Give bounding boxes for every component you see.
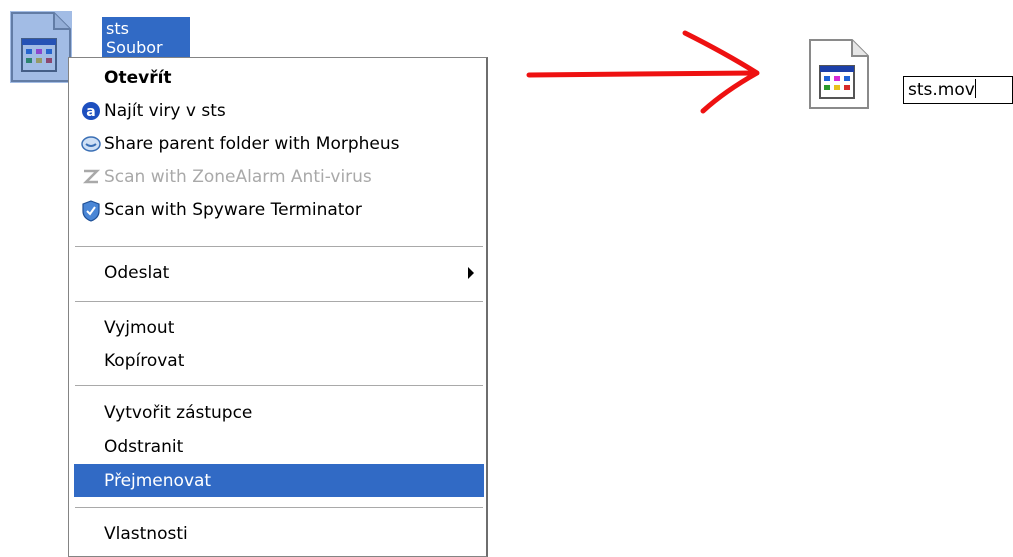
menu-item-share-morpheus[interactable]: Share parent folder with Morpheus xyxy=(74,127,484,160)
spyware-terminator-shield-icon xyxy=(81,200,101,222)
menu-item-label: Vyjmout xyxy=(104,317,175,338)
file-type: Soubor xyxy=(106,38,163,57)
renamed-file-icon[interactable] xyxy=(808,38,870,110)
menu-item-label: Vlastnosti xyxy=(104,523,188,544)
morpheus-icon xyxy=(81,134,101,154)
menu-separator xyxy=(75,301,483,302)
selected-file-icon[interactable] xyxy=(10,11,72,83)
menu-item-find-viruses[interactable]: a Najít viry v sts xyxy=(74,94,484,127)
menu-item-scan-spyware-terminator[interactable]: Scan with Spyware Terminator xyxy=(74,193,484,226)
menu-item-label: Scan with Spyware Terminator xyxy=(104,199,362,220)
zonealarm-icon xyxy=(81,167,101,187)
selected-file-label[interactable]: sts Soubor xyxy=(102,17,190,59)
menu-item-send-to[interactable]: Odeslat xyxy=(74,256,484,289)
menu-item-rename[interactable]: Přejmenovat xyxy=(74,464,484,497)
menu-item-label: Scan with ZoneAlarm Anti-virus xyxy=(104,166,372,187)
menu-item-create-shortcut[interactable]: Vytvořit zástupce xyxy=(74,396,484,429)
red-arrow-icon xyxy=(526,30,760,114)
rename-input[interactable]: sts.mov xyxy=(903,76,1013,104)
menu-item-cut[interactable]: Vyjmout xyxy=(74,311,484,344)
menu-item-label: Kopírovat xyxy=(104,350,185,371)
rename-value: sts.mov xyxy=(908,80,975,100)
menu-item-label: Najít viry v sts xyxy=(104,100,226,121)
selection-overlay xyxy=(10,11,72,83)
menu-separator xyxy=(75,246,483,247)
menu-item-label: Vytvořit zástupce xyxy=(104,402,253,423)
menu-separator xyxy=(75,507,483,508)
menu-item-properties[interactable]: Vlastnosti xyxy=(74,517,484,550)
antivirus-a-icon: a xyxy=(81,101,101,121)
menu-item-label: Přejmenovat xyxy=(104,470,212,491)
svg-text:a: a xyxy=(86,104,95,120)
file-name: sts xyxy=(106,19,129,38)
menu-item-label: Otevřít xyxy=(104,67,172,88)
context-menu: Otevřít a Najít viry v sts Share parent … xyxy=(68,57,488,557)
menu-item-delete[interactable]: Odstranit xyxy=(74,430,484,463)
menu-item-label: Odeslat xyxy=(104,262,170,283)
text-caret xyxy=(974,79,976,98)
menu-item-label: Odstranit xyxy=(104,436,184,457)
menu-item-open[interactable]: Otevřít xyxy=(74,61,484,94)
menu-separator xyxy=(75,385,483,386)
submenu-arrow-icon xyxy=(468,267,474,279)
menu-item-scan-zonealarm[interactable]: Scan with ZoneAlarm Anti-virus xyxy=(74,160,484,193)
menu-item-copy[interactable]: Kopírovat xyxy=(74,344,484,377)
menu-item-label: Share parent folder with Morpheus xyxy=(104,133,400,154)
